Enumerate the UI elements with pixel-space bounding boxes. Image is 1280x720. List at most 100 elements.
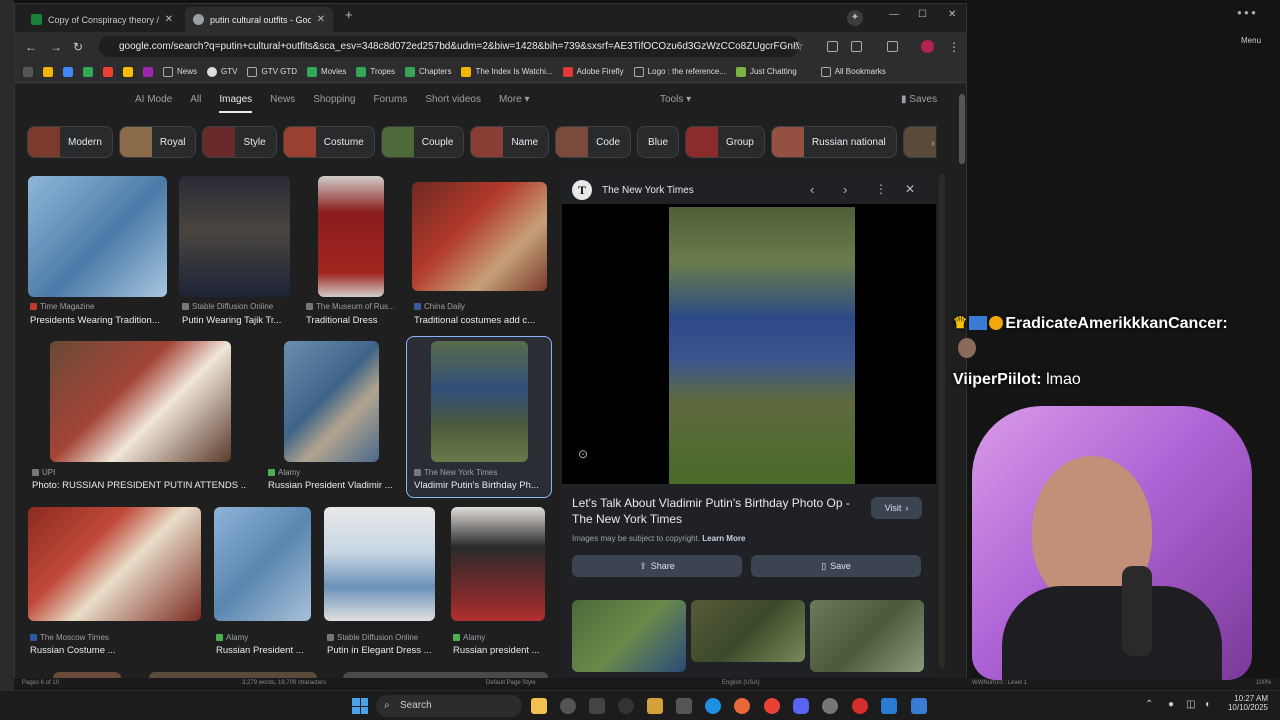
result-caption[interactable]: Presidents Wearing Tradition... — [30, 315, 170, 326]
profile-avatar[interactable] — [921, 40, 934, 53]
reload-icon[interactable]: ↻ — [73, 40, 83, 54]
result-caption[interactable]: Vladimir Putin's Birthday Ph... — [414, 480, 544, 491]
windows-start-icon[interactable] — [352, 698, 368, 714]
bookmark-news[interactable]: News — [163, 66, 197, 77]
result-caption[interactable]: Putin in Elegant Dress ... — [327, 645, 442, 656]
chip-style[interactable]: Style — [202, 126, 277, 158]
extension-icon[interactable] — [827, 41, 838, 52]
related-image[interactable] — [691, 600, 805, 662]
more-options-icon[interactable]: ⋮ — [875, 182, 887, 196]
bookmark-tropes[interactable]: Tropes — [356, 66, 395, 77]
result-image[interactable] — [412, 182, 547, 291]
chip-couple[interactable]: Couple — [380, 126, 465, 158]
lens-icon[interactable]: ⊙ — [578, 447, 588, 461]
app-icon[interactable] — [560, 698, 576, 714]
bookmark-star-icon[interactable]: ☆ — [793, 39, 804, 53]
bookmark-icon[interactable] — [83, 66, 93, 77]
cast-icon[interactable] — [887, 41, 898, 52]
page-scrollbar[interactable] — [959, 94, 965, 164]
result-image[interactable] — [324, 507, 435, 621]
tab-more[interactable]: More ▾ — [499, 94, 530, 113]
tab-short-videos[interactable]: Short videos — [425, 94, 481, 113]
bookmark-chapters[interactable]: Chapters — [404, 66, 451, 77]
result-image[interactable] — [50, 341, 231, 462]
close-icon[interactable]: ✕ — [905, 182, 915, 196]
clock[interactable]: 10:27 AM 10/10/2025 — [1220, 694, 1268, 712]
result-caption[interactable]: Traditional costumes add c... — [414, 315, 549, 326]
result-caption[interactable]: Russian President Vladimir ... — [268, 480, 398, 491]
result-image[interactable] — [28, 507, 201, 621]
volume-icon[interactable]: ◖ — [1204, 699, 1210, 710]
new-tab-icon[interactable]: + — [345, 7, 353, 22]
tab-all[interactable]: All — [190, 94, 201, 113]
share-button[interactable]: ⇪ Share — [572, 555, 742, 577]
apps-icon[interactable] — [23, 66, 33, 77]
chevron-left-icon[interactable]: ‹ — [810, 182, 814, 197]
bookmark-icon[interactable] — [123, 66, 133, 77]
mic-icon[interactable]: ● — [1168, 699, 1174, 710]
chevron-up-icon[interactable]: ⌃ — [1145, 699, 1153, 710]
result-caption[interactable]: Putin Wearing Tajik Tr... — [182, 315, 292, 326]
address-bar[interactable]: google.com/search?q=putin+cultural+outfi… — [99, 36, 799, 57]
app-icon[interactable] — [647, 698, 663, 714]
gemini-icon[interactable]: ✦ — [847, 10, 863, 26]
bookmark-logo[interactable]: Logo : the reference... — [633, 66, 726, 77]
chip-modern[interactable]: Modern — [27, 126, 113, 158]
bookmark-just-chatting[interactable]: Just Chatting — [735, 66, 797, 77]
result-caption[interactable]: Photo: RUSSIAN PRESIDENT PUTIN ATTENDS .… — [32, 480, 247, 491]
chip-royal[interactable]: Royal — [118, 126, 197, 158]
tab-news[interactable]: News — [270, 94, 295, 113]
save-button[interactable]: ▯ Save — [751, 555, 921, 577]
result-image[interactable] — [179, 176, 290, 297]
result-caption[interactable]: Russian Costume ... — [30, 645, 200, 656]
forward-icon[interactable]: → — [50, 40, 62, 54]
chevron-right-icon[interactable]: › — [843, 182, 847, 197]
tab-forums[interactable]: Forums — [373, 94, 407, 113]
chip-code[interactable]: Code — [555, 126, 632, 158]
panel-title[interactable]: Let's Talk About Vladimir Putin's Birthd… — [572, 495, 862, 527]
bookmark-movies[interactable]: Movies — [307, 66, 346, 77]
bookmark-adobe-firefly[interactable]: Adobe Firefly — [562, 66, 624, 77]
tab-ai-mode[interactable]: AI Mode — [135, 94, 172, 113]
result-caption[interactable]: Russian President ... — [216, 645, 316, 656]
bookmark-gtv-gtd[interactable]: GTV GTD — [247, 66, 297, 77]
close-window-icon[interactable]: ✕ — [948, 9, 956, 20]
app-icon[interactable] — [589, 698, 605, 714]
result-image[interactable] — [214, 507, 311, 621]
app-icon[interactable] — [618, 698, 634, 714]
result-image[interactable] — [431, 341, 528, 462]
tab-docs[interactable]: Copy of Conspiracy theory / tro ✕ — [23, 7, 181, 32]
edge-icon[interactable] — [705, 698, 721, 714]
related-image[interactable] — [572, 600, 686, 672]
bookmark-icon[interactable] — [63, 66, 73, 77]
all-bookmarks[interactable]: All Bookmarks — [820, 66, 886, 77]
minimize-icon[interactable]: — — [889, 9, 899, 20]
saves-button[interactable]: ▮ Saves — [901, 94, 937, 105]
bookmark-gtv[interactable]: GTV — [207, 66, 237, 77]
app-icon[interactable] — [822, 698, 838, 714]
firefox-icon[interactable] — [734, 698, 750, 714]
vscode-icon[interactable] — [881, 698, 897, 714]
learn-more-link[interactable]: Learn More — [702, 534, 745, 543]
app-icon[interactable] — [676, 698, 692, 714]
chip-group[interactable]: Group — [685, 126, 765, 158]
menu-dots-icon[interactable]: ⋮ — [948, 40, 960, 54]
chip-costume[interactable]: Costume — [282, 126, 375, 158]
result-caption[interactable]: Russian president ... — [453, 645, 553, 656]
bookmark-icon[interactable] — [103, 66, 113, 77]
close-icon[interactable]: ✕ — [317, 14, 325, 25]
panel-scrollbar[interactable] — [939, 174, 945, 669]
app-icon[interactable] — [852, 698, 868, 714]
result-caption[interactable]: Traditional Dress — [306, 315, 406, 326]
tab-google[interactable]: putin cultural outfits - Google S ✕ — [185, 7, 333, 32]
menu-label[interactable]: Menu — [1241, 36, 1261, 45]
visit-button[interactable]: Visit › — [871, 497, 922, 519]
chrome-icon[interactable] — [764, 698, 780, 714]
result-image[interactable] — [284, 341, 379, 462]
close-icon[interactable]: ✕ — [165, 14, 173, 25]
chip-russian-national[interactable]: Russian national — [770, 126, 897, 158]
result-image[interactable] — [28, 176, 167, 297]
app-icon[interactable] — [911, 698, 927, 714]
tab-shopping[interactable]: Shopping — [313, 94, 355, 113]
related-image[interactable] — [810, 600, 924, 672]
